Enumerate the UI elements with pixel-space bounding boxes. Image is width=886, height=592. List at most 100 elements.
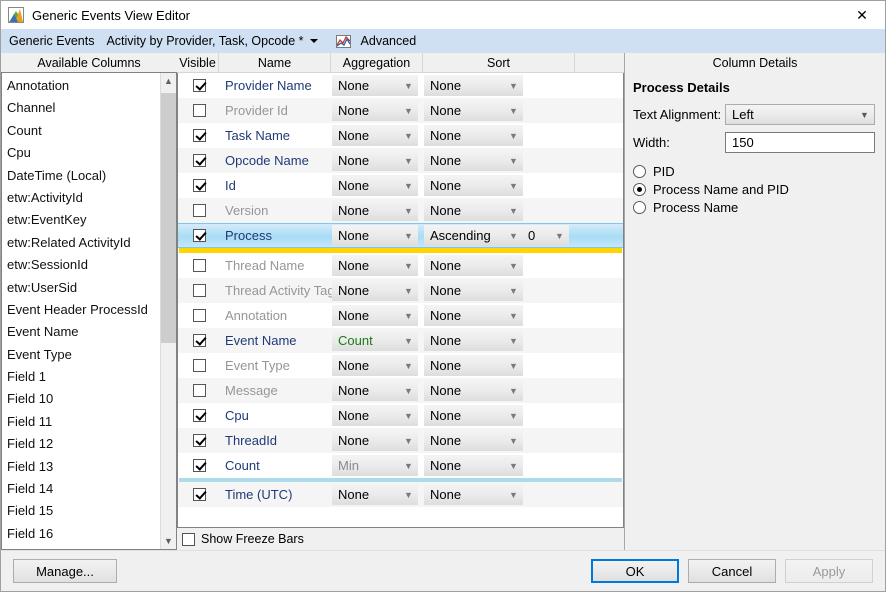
text-alignment-dropdown[interactable]: Left ▼: [725, 104, 875, 125]
aggregation-dropdown[interactable]: None▼: [332, 405, 418, 426]
aggregation-dropdown[interactable]: None▼: [332, 484, 418, 505]
show-freeze-bars-row[interactable]: Show Freeze Bars: [177, 528, 624, 550]
sort-priority-dropdown[interactable]: 0▼: [523, 225, 569, 246]
aggregation-dropdown[interactable]: None▼: [332, 75, 418, 96]
table-row[interactable]: Provider NameNone▼None▼: [178, 73, 623, 98]
advanced-button[interactable]: Advanced: [357, 34, 421, 48]
sort-dropdown[interactable]: None▼: [424, 305, 523, 326]
sort-dropdown[interactable]: Ascending▼: [424, 225, 523, 246]
aggregation-dropdown[interactable]: None▼: [332, 150, 418, 171]
aggregation-dropdown[interactable]: Min▼: [332, 455, 418, 476]
visible-checkbox[interactable]: [193, 204, 206, 217]
sort-dropdown[interactable]: None▼: [424, 100, 523, 121]
aggregation-dropdown[interactable]: None▼: [332, 175, 418, 196]
table-row[interactable]: Task NameNone▼None▼: [178, 123, 623, 148]
aggregation-dropdown[interactable]: None▼: [332, 125, 418, 146]
available-column-item[interactable]: etw:ActivityId: [5, 187, 160, 209]
available-column-item[interactable]: Channel: [5, 97, 160, 119]
available-column-item[interactable]: Event Name: [5, 321, 160, 343]
scrollbar-thumb[interactable]: [161, 93, 176, 343]
visible-checkbox[interactable]: [193, 409, 206, 422]
table-row[interactable]: CpuNone▼None▼: [178, 403, 623, 428]
available-column-item[interactable]: Event Type: [5, 344, 160, 366]
process-display-radio-option[interactable]: PID: [633, 162, 875, 180]
visible-checkbox[interactable]: [193, 384, 206, 397]
process-display-radio-option[interactable]: Process Name: [633, 198, 875, 216]
aggregation-dropdown[interactable]: None▼: [332, 305, 418, 326]
radio-button[interactable]: [633, 183, 646, 196]
visible-checkbox[interactable]: [193, 434, 206, 447]
visible-checkbox[interactable]: [193, 359, 206, 372]
available-column-item[interactable]: Cpu: [5, 142, 160, 164]
table-row[interactable]: AnnotationNone▼None▼: [178, 303, 623, 328]
sort-dropdown[interactable]: None▼: [424, 175, 523, 196]
table-row[interactable]: Event NameCount▼None▼: [178, 328, 623, 353]
available-column-item[interactable]: etw:UserSid: [5, 277, 160, 299]
radio-button[interactable]: [633, 201, 646, 214]
scrollbar-track[interactable]: [161, 89, 176, 533]
sort-dropdown[interactable]: None▼: [424, 75, 523, 96]
available-column-item[interactable]: Field 17: [5, 545, 160, 549]
sort-dropdown[interactable]: None▼: [424, 355, 523, 376]
visible-checkbox[interactable]: [193, 284, 206, 297]
scroll-down-icon[interactable]: ▼: [161, 533, 176, 549]
available-column-item[interactable]: Field 12: [5, 433, 160, 455]
available-column-item[interactable]: Field 16: [5, 523, 160, 545]
sort-dropdown[interactable]: None▼: [424, 125, 523, 146]
table-row[interactable]: Thread NameNone▼None▼: [178, 253, 623, 278]
aggregation-dropdown[interactable]: None▼: [332, 225, 418, 246]
available-column-item[interactable]: DateTime (Local): [5, 165, 160, 187]
available-column-item[interactable]: Field 1: [5, 366, 160, 388]
visible-checkbox[interactable]: [193, 309, 206, 322]
aggregation-dropdown[interactable]: None▼: [332, 200, 418, 221]
table-row[interactable]: IdNone▼None▼: [178, 173, 623, 198]
available-column-item[interactable]: Field 15: [5, 500, 160, 522]
aggregation-dropdown[interactable]: None▼: [332, 380, 418, 401]
aggregation-dropdown[interactable]: None▼: [332, 255, 418, 276]
process-display-radio-option[interactable]: Process Name and PID: [633, 180, 875, 198]
visible-checkbox[interactable]: [193, 179, 206, 192]
sort-dropdown[interactable]: None▼: [424, 405, 523, 426]
available-column-item[interactable]: Event Header ProcessId: [5, 299, 160, 321]
visible-checkbox[interactable]: [193, 334, 206, 347]
available-column-item[interactable]: etw:EventKey: [5, 209, 160, 231]
sort-dropdown[interactable]: None▼: [424, 380, 523, 401]
table-row[interactable]: ThreadIdNone▼None▼: [178, 428, 623, 453]
visible-checkbox[interactable]: [193, 229, 206, 242]
width-input[interactable]: 150: [725, 132, 875, 153]
available-columns-scrollbar[interactable]: ▲ ▼: [160, 73, 176, 549]
visible-checkbox[interactable]: [193, 259, 206, 272]
show-freeze-bars-checkbox[interactable]: [182, 533, 195, 546]
grid-header-name[interactable]: Name: [219, 53, 331, 72]
manage-button[interactable]: Manage...: [13, 559, 117, 583]
aggregation-dropdown[interactable]: None▼: [332, 280, 418, 301]
available-column-item[interactable]: Count: [5, 120, 160, 142]
preset-dropdown[interactable]: Activity by Provider, Task, Opcode *: [100, 34, 323, 48]
table-row[interactable]: MessageNone▼None▼: [178, 378, 623, 403]
available-column-item[interactable]: Field 11: [5, 411, 160, 433]
available-column-item[interactable]: Field 13: [5, 456, 160, 478]
aggregation-dropdown[interactable]: Count▼: [332, 330, 418, 351]
available-column-item[interactable]: etw:Related ActivityId: [5, 232, 160, 254]
aggregation-dropdown[interactable]: None▼: [332, 100, 418, 121]
table-row[interactable]: Provider IdNone▼None▼: [178, 98, 623, 123]
aggregation-dropdown[interactable]: None▼: [332, 430, 418, 451]
visible-checkbox[interactable]: [193, 154, 206, 167]
close-icon[interactable]: ✕: [839, 1, 885, 29]
sort-dropdown[interactable]: None▼: [424, 280, 523, 301]
grid-header-visible[interactable]: Visible: [177, 53, 219, 72]
available-column-item[interactable]: etw:SessionId: [5, 254, 160, 276]
available-columns-listbox[interactable]: AnnotationChannelCountCpuDateTime (Local…: [1, 72, 177, 550]
sort-dropdown[interactable]: None▼: [424, 200, 523, 221]
sort-dropdown[interactable]: None▼: [424, 484, 523, 505]
sort-dropdown[interactable]: None▼: [424, 330, 523, 351]
sort-dropdown[interactable]: None▼: [424, 455, 523, 476]
sort-dropdown[interactable]: None▼: [424, 430, 523, 451]
cancel-button[interactable]: Cancel: [688, 559, 776, 583]
available-column-item[interactable]: Field 10: [5, 388, 160, 410]
table-row[interactable]: CountMin▼None▼: [178, 453, 623, 478]
visible-checkbox[interactable]: [193, 488, 206, 501]
sort-dropdown[interactable]: None▼: [424, 150, 523, 171]
scroll-up-icon[interactable]: ▲: [161, 73, 176, 89]
table-row[interactable]: ProcessNone▼Ascending▼0▼: [178, 223, 623, 248]
